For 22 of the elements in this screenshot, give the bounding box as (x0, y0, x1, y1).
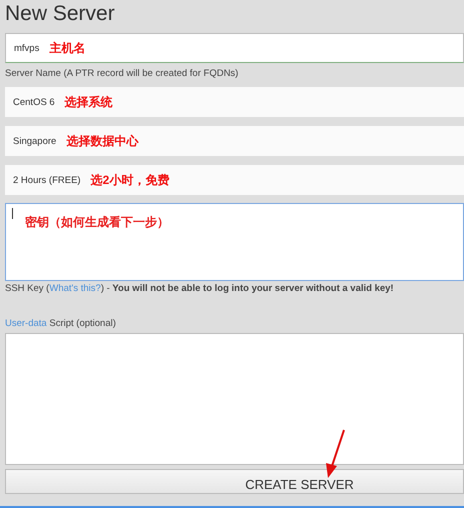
select-field[interactable]: CentOS 6 选择系统 (5, 87, 464, 117)
create-server-button[interactable]: CREATE SERVER (5, 469, 464, 494)
annotation-text: 密钥（如何生成看下一步） (25, 214, 169, 231)
select-value: 2 Hours (FREE) (13, 174, 81, 186)
user-data-label: User-data Script (optional) (5, 318, 117, 330)
help-text: Server Name (A PTR record will be created for FQDNs) (5, 68, 240, 81)
ssh-key-help-text: SSH Key (What's this?) - You will not be able to log into your server without a valid key! (5, 283, 395, 296)
annotation-arrow (326, 430, 345, 478)
annotation-text: 主机名 (49, 40, 86, 56)
user-data-field[interactable] (5, 333, 464, 465)
annotation-text: 选择数据中心 (66, 132, 138, 150)
select-value: Singapore (13, 136, 56, 146)
annotation-text: 选择系统 (64, 94, 113, 110)
select-value: CentOS 6 (13, 96, 55, 108)
select-field[interactable]: 2 Hours (FREE) 选2小时，免费 (5, 165, 464, 195)
select-field[interactable]: Singapore 选择数据中心 (5, 126, 464, 156)
text-cursor (12, 208, 13, 219)
field-value: mfvps (14, 42, 40, 54)
page-title: New Server (5, 1, 116, 27)
ssh-key-field[interactable]: 密钥（如何生成看下一步） (5, 203, 464, 281)
annotation-text: 选2小时，免费 (90, 172, 170, 188)
server-name-field[interactable]: mfvps 主机名 (5, 33, 464, 63)
